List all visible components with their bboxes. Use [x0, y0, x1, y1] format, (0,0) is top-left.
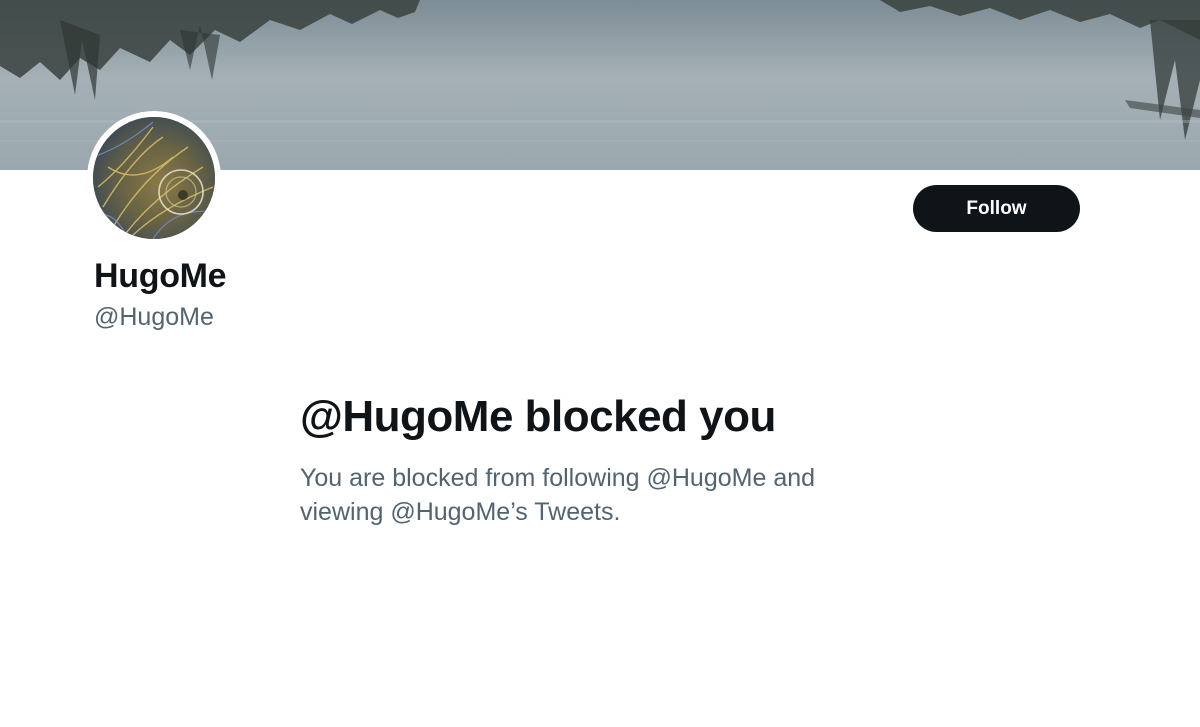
- profile-avatar[interactable]: [87, 111, 221, 245]
- follow-button[interactable]: Follow: [913, 185, 1080, 232]
- blocked-message-line-2: viewing @HugoMe’s Tweets.: [300, 498, 621, 526]
- blocked-title: @HugoMe blocked you: [300, 392, 776, 441]
- avatar-image: [93, 117, 215, 239]
- blocked-message-line-1: You are blocked from following @HugoMe a…: [300, 464, 816, 492]
- profile-display-name: HugoMe: [94, 257, 227, 295]
- profile-page: Follow HugoMe @HugoMe @HugoMe blocked yo…: [0, 0, 1200, 727]
- profile-handle: @HugoMe: [94, 303, 214, 331]
- blocked-message: You are blocked from following @HugoMe a…: [300, 461, 900, 529]
